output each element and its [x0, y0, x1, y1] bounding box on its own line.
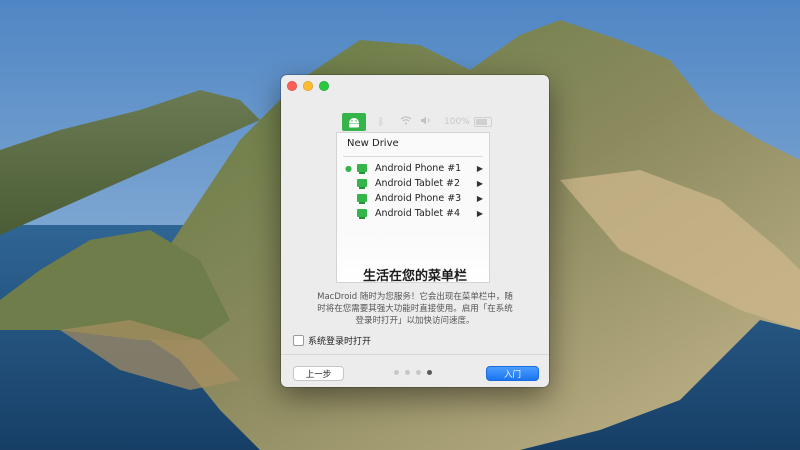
- drive-icon: [357, 179, 367, 189]
- android-icon: [342, 113, 366, 131]
- footer-divider: [281, 354, 549, 355]
- submenu-arrow-icon: ▶: [476, 193, 483, 203]
- device-label: Android Phone #1: [375, 162, 462, 174]
- page-dot-active[interactable]: [427, 370, 432, 375]
- open-at-login-label: 系统登录时打开: [308, 337, 372, 347]
- open-at-login-option[interactable]: 系统登录时打开: [293, 334, 371, 347]
- zoom-button[interactable]: [319, 81, 329, 91]
- page-dot[interactable]: [394, 370, 399, 375]
- submenu-arrow-icon: ▶: [476, 208, 483, 218]
- volume-icon: [420, 116, 432, 128]
- close-button[interactable]: [287, 81, 297, 91]
- open-at-login-checkbox[interactable]: [293, 335, 304, 346]
- battery-icon: [473, 117, 492, 127]
- menu-item-device[interactable]: Android Tablet #2 ▶: [345, 176, 483, 190]
- menu-item-device[interactable]: Android Phone #3 ▶: [345, 191, 483, 205]
- drive-icon: [357, 194, 367, 204]
- submenu-arrow-icon: ▶: [476, 178, 483, 188]
- menu-item-device[interactable]: Android Tablet #4 ▶: [345, 206, 483, 220]
- menubar-preview: ᛒ 100% New Drive ● Android Phone #1 ▶ An…: [337, 112, 495, 282]
- device-label: Android Phone #3: [375, 192, 462, 204]
- wifi-icon: [400, 116, 412, 128]
- device-label: Android Tablet #2: [375, 177, 461, 189]
- welcome-dialog: ᛒ 100% New Drive ● Android Phone #1 ▶ An…: [281, 75, 549, 387]
- menubar-strip: ᛒ 100%: [342, 112, 492, 132]
- drive-dropdown-menu: New Drive ● Android Phone #1 ▶ Android T…: [337, 133, 489, 282]
- page-dot[interactable]: [405, 370, 410, 375]
- back-button[interactable]: 上一步: [293, 366, 344, 381]
- battery-percent: 100%: [444, 117, 470, 127]
- device-label: Android Tablet #4: [375, 207, 461, 219]
- drive-icon: [357, 164, 367, 174]
- bluetooth-icon: ᛒ: [378, 116, 384, 128]
- get-started-button[interactable]: 入门: [486, 366, 539, 381]
- menu-item-device[interactable]: ● Android Phone #1 ▶: [345, 161, 483, 175]
- page-dot[interactable]: [416, 370, 421, 375]
- page-title: 生活在您的菜单栏: [362, 269, 467, 284]
- menu-separator: [343, 156, 483, 157]
- selected-dot-icon: ●: [345, 163, 352, 173]
- menu-item-new-drive[interactable]: New Drive: [347, 138, 399, 149]
- page-indicator: [394, 370, 432, 375]
- page-description: MacDroid 随时为您服务！它会出现在菜单栏中，随时将在您需要其强大功能时直…: [317, 292, 513, 326]
- window-controls: [287, 81, 329, 91]
- drive-icon: [357, 209, 367, 219]
- submenu-arrow-icon: ▶: [476, 163, 483, 173]
- minimize-button[interactable]: [303, 81, 313, 91]
